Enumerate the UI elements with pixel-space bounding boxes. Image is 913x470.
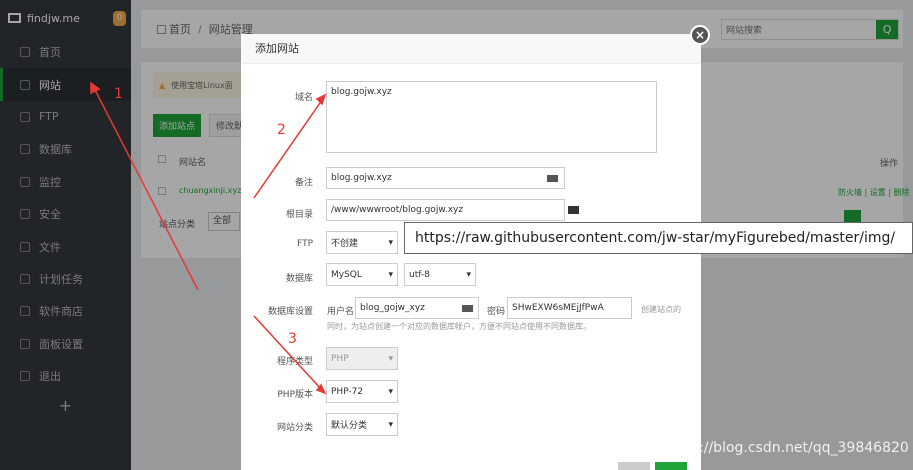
annotation-arrow-3 <box>253 315 323 391</box>
annotation-arrow-2 <box>253 99 323 199</box>
annotation-3: 3 <box>288 331 297 347</box>
annotation-arrowhead-2 <box>315 93 327 106</box>
annotation-arrow-1 <box>93 87 199 291</box>
annotation-2: 2 <box>277 122 286 138</box>
annotation-arrows <box>90 81 327 395</box>
watermark: https://blog.csdn.net/qq_39846820 <box>663 440 909 456</box>
annotation-1: 1 <box>114 86 123 102</box>
annotation-arrowhead-1 <box>90 81 101 95</box>
